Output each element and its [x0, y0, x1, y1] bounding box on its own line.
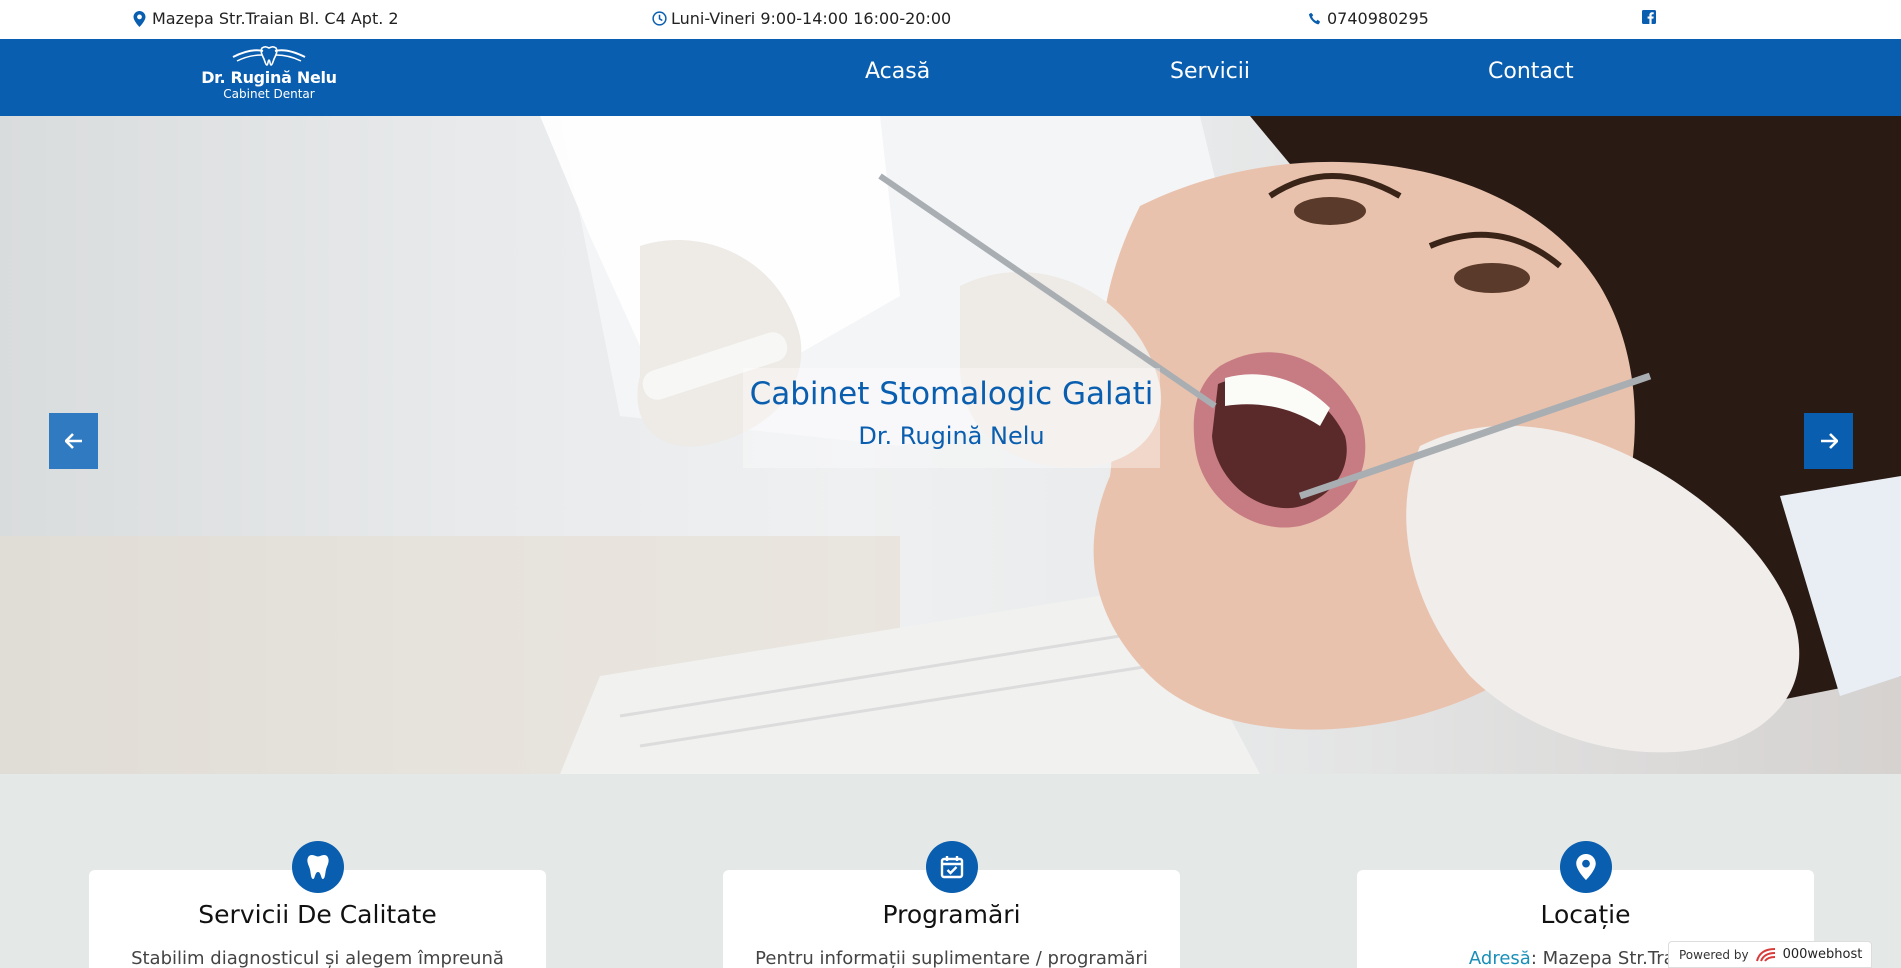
- clock-icon: [652, 10, 667, 27]
- logo-subtitle: Cabinet Dentar: [223, 87, 315, 101]
- card-title: Locație: [1540, 900, 1631, 929]
- carousel-next-button[interactable]: [1804, 413, 1853, 469]
- arrow-right-icon: [1820, 433, 1838, 449]
- card-icon-circle: [291, 841, 344, 893]
- hours-text: Luni-Vineri 9:00-14:00 16:00-20:00: [671, 9, 952, 28]
- tooth-icon: [306, 855, 329, 879]
- card-icon-circle: [1559, 841, 1612, 893]
- hero-title: Cabinet Stomalogic Galati: [749, 376, 1154, 412]
- feature-card-appointments: Programări Pentru informații suplimentar…: [723, 841, 1180, 968]
- powered-by-badge[interactable]: Powered by 000webhost: [1668, 941, 1872, 968]
- card-text: Pentru informații suplimentare / program…: [755, 948, 1148, 968]
- arrow-left-icon: [64, 433, 82, 449]
- phone-text[interactable]: 0740980295: [1327, 9, 1429, 28]
- facebook-icon[interactable]: [1642, 9, 1656, 25]
- site-logo[interactable]: Dr. Rugină Nelu Cabinet Dentar: [198, 45, 340, 111]
- hero-carousel: Cabinet Stomalogic Galati Dr. Rugină Nel…: [0, 116, 1901, 774]
- top-info-bar: Mazepa Str.Traian Bl. C4 Apt. 2 Luni-Vin…: [0, 0, 1901, 39]
- logo-name: Dr. Rugină Nelu: [201, 68, 337, 87]
- card-title: Servicii De Calitate: [198, 900, 437, 929]
- map-marker-icon: [133, 10, 147, 27]
- feature-card-services: Servicii De Calitate Stabilim diagnostic…: [89, 841, 546, 968]
- hours-info: Luni-Vineri 9:00-14:00 16:00-20:00: [652, 9, 951, 28]
- hero-subtitle: Dr. Rugină Nelu: [858, 422, 1045, 450]
- phone-icon: [1308, 11, 1322, 27]
- address-label: Adresă: [1468, 948, 1531, 968]
- carousel-prev-button[interactable]: [49, 413, 98, 469]
- main-navbar: Dr. Rugină Nelu Cabinet Dentar Acasă Ser…: [0, 39, 1901, 116]
- nav-link-servicii[interactable]: Servicii: [1170, 59, 1250, 84]
- card-icon-circle: [925, 841, 978, 893]
- powered-brand: 000webhost: [1782, 947, 1863, 962]
- powered-label: Powered by: [1679, 947, 1749, 962]
- tooth-wings-logo-icon: [232, 46, 306, 66]
- phone-info[interactable]: 0740980295: [1308, 9, 1429, 28]
- card-text: Stabilim diagnosticul și alegem împreună: [131, 948, 504, 968]
- address-info: Mazepa Str.Traian Bl. C4 Apt. 2: [133, 9, 399, 28]
- calendar-check-icon: [940, 856, 963, 879]
- map-marker-icon: [1575, 854, 1596, 880]
- nav-link-acasa[interactable]: Acasă: [865, 59, 930, 84]
- facebook-link[interactable]: [1642, 9, 1656, 25]
- hero-caption: Cabinet Stomalogic Galati Dr. Rugină Nel…: [743, 368, 1160, 468]
- nav-link-contact[interactable]: Contact: [1488, 59, 1574, 84]
- address-text: Mazepa Str.Traian Bl. C4 Apt. 2: [152, 9, 399, 28]
- card-title: Programări: [882, 900, 1021, 929]
- webhost-logo-icon: [1755, 947, 1775, 962]
